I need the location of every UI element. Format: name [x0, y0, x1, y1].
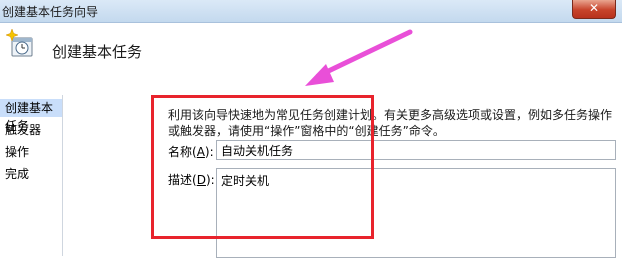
- task-clock-icon: [6, 29, 33, 57]
- wizard-header: 创建基本任务: [0, 23, 622, 95]
- wizard-description: 利用该向导快速地为常见任务创建计划。有关更多高级选项或设置，例如多任务操作或触发…: [168, 108, 613, 138]
- title-bar: 创建基本任务向导 ✕: [0, 0, 622, 23]
- description-label: 描述(D):: [168, 173, 215, 187]
- close-icon: ✕: [588, 1, 600, 15]
- page-title: 创建基本任务: [52, 43, 143, 61]
- window-title: 创建基本任务向导: [2, 5, 99, 19]
- sidebar-item-finish[interactable]: 完成: [5, 165, 29, 183]
- wizard-steps-sidebar: 创建基本任务 触发器 操作 完成: [0, 95, 63, 256]
- task-description-textarea[interactable]: 定时关机: [216, 168, 616, 258]
- sidebar-item-create-basic-task[interactable]: 创建基本任务: [0, 99, 62, 133]
- sidebar-item-action[interactable]: 操作: [5, 143, 29, 161]
- task-name-input[interactable]: [216, 140, 616, 160]
- name-label: 名称(A):: [168, 145, 214, 159]
- wizard-content: 利用该向导快速地为常见任务创建计划。有关更多高级选项或设置，例如多任务操作或触发…: [63, 95, 622, 258]
- close-button[interactable]: ✕: [572, 0, 616, 19]
- sidebar-item-trigger[interactable]: 触发器: [5, 121, 41, 139]
